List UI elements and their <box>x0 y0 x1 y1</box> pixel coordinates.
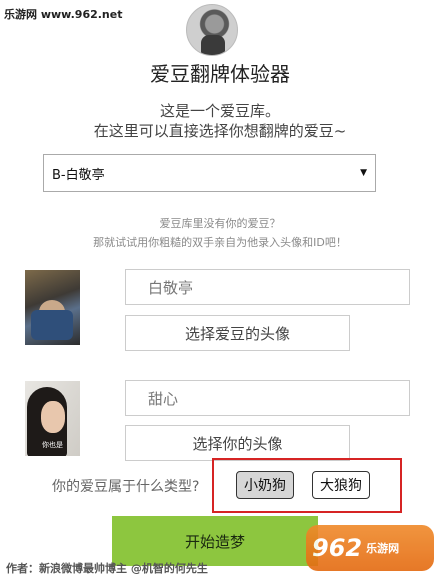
idol-select-value: B-白敬亭 <box>52 167 105 183</box>
idol-photo <box>25 270 80 345</box>
idol-name-value: 白敬亭 <box>148 278 194 297</box>
user-photo-caption: 你也是 <box>42 441 63 449</box>
idol-select[interactable]: B-白敬亭 ▼ <box>43 154 376 192</box>
author-credit: 作者：新浪微博最帅博主 @机智的何先生 <box>6 562 208 575</box>
user-name-input[interactable]: 甜心 <box>125 380 410 416</box>
type-option-puppy[interactable]: 小奶狗 <box>236 471 294 499</box>
type-option-wolfdog[interactable]: 大狼狗 <box>312 471 370 499</box>
user-name-value: 甜心 <box>148 389 179 408</box>
idol-name-input[interactable]: 白敬亭 <box>125 269 410 305</box>
hint-line1: 爱豆库里没有你的爱豆？ <box>159 217 281 230</box>
watermark-top: 乐游网 www.962.net <box>4 8 123 21</box>
subtitle-line1: 这是一个爱豆库。 <box>159 102 280 120</box>
watermark-logo-text: 乐游网 <box>366 542 400 555</box>
avatar <box>186 4 238 56</box>
subtitle-line2: 在这里可以直接选择你想翻牌的爱豆~ <box>93 122 347 140</box>
watermark-logo-number: 962 <box>312 534 363 562</box>
user-photo: 你也是 <box>25 381 80 456</box>
type-question-label: 你的爱豆属于什么类型? <box>52 479 200 495</box>
page-title: 爱豆翻牌体验器 <box>150 62 290 86</box>
start-button[interactable]: 开始造梦 <box>112 516 318 566</box>
triangle-down-icon: ▼ <box>360 168 367 178</box>
select-user-avatar-button[interactable]: 选择你的头像 <box>125 425 350 461</box>
select-idol-avatar-button[interactable]: 选择爱豆的头像 <box>125 315 350 351</box>
hint-line2: 那就试试用你粗糙的双手亲自为他录入头像和ID吧！ <box>93 236 347 249</box>
watermark-logo: 962 乐游网 <box>306 525 434 571</box>
